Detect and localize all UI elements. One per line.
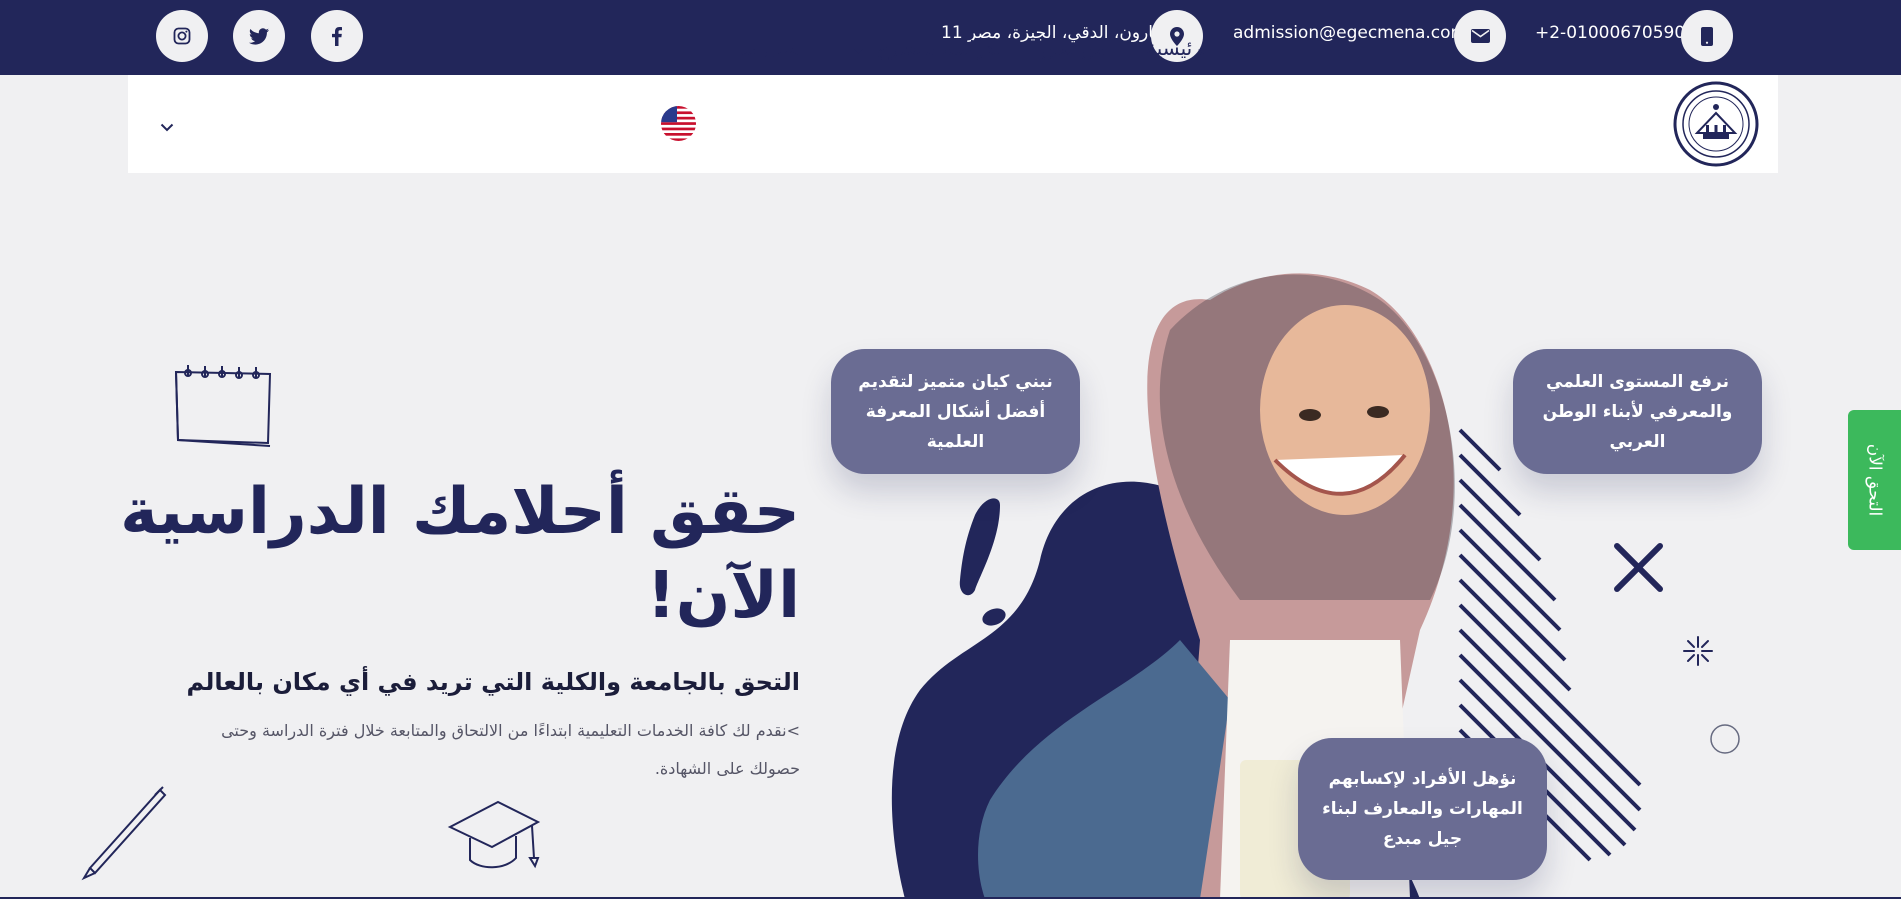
twitter-icon: [249, 27, 269, 45]
hero-title-line-1: حقق أحلامك الدراسية: [120, 475, 800, 549]
phone-link[interactable]: +2-01000670590: [1535, 23, 1685, 43]
feature-bubble-bottom: نؤهل الأفراد لإكسابهم المهارات والمعارف …: [1298, 738, 1547, 880]
feature-bubble-right: نرفع المستوى العلمي والمعرفي لأبناء الوط…: [1513, 349, 1762, 474]
nav-about[interactable]: من نحن: [1040, 36, 1106, 60]
us-flag-icon: [661, 106, 696, 141]
enroll-now-label: التحق الآن: [1864, 443, 1885, 517]
hero-title: حقق أحلامك الدراسية الآن!: [120, 470, 800, 638]
language-flag-button[interactable]: [661, 106, 696, 141]
language-dropdown-toggle[interactable]: [160, 117, 174, 136]
mobile-phone-icon: [1701, 26, 1713, 46]
chevron-down-icon: [160, 123, 174, 132]
instagram-button[interactable]: [156, 10, 208, 62]
hero-title-line-2: الآن!: [646, 559, 800, 633]
university-seal-icon: [1673, 81, 1759, 167]
chevron-down-icon: [852, 46, 865, 54]
nav-study-abroad[interactable]: الدراسة بالخارج: [876, 36, 1007, 60]
facebook-button[interactable]: [311, 10, 363, 62]
hero-subtitle: التحق بالجامعة والكلية التي تريد في أي م…: [186, 668, 800, 696]
hero-description-line-1: >نقدم لك كافة الخدمات التعليمية ابتداءًا…: [221, 721, 800, 740]
nav-contact[interactable]: اتصل بنا: [739, 36, 807, 60]
feature-bubble-left: نبني كيان متميز لتقديم أفضل أشكال المعرف…: [831, 349, 1080, 474]
hero-description-line-2: حصولك على الشهادة.: [654, 759, 800, 778]
email-link[interactable]: admission@egecmena.com: [1233, 23, 1467, 43]
main-navbar: [128, 75, 1778, 173]
enroll-now-button[interactable]: التحق الآن: [1848, 410, 1901, 550]
phone-button[interactable]: [1681, 10, 1733, 62]
email-button[interactable]: [1454, 10, 1506, 62]
instagram-icon: [173, 27, 191, 45]
nav-study-abroad-chevron[interactable]: [852, 36, 865, 60]
nav-home[interactable]: الرئيسية: [1146, 36, 1215, 60]
facebook-icon: [332, 26, 342, 46]
twitter-button[interactable]: [233, 10, 285, 62]
hero-description: >نقدم لك كافة الخدمات التعليمية ابتداءًا…: [140, 712, 800, 788]
envelope-icon: [1470, 29, 1490, 43]
site-logo[interactable]: [1673, 81, 1759, 167]
